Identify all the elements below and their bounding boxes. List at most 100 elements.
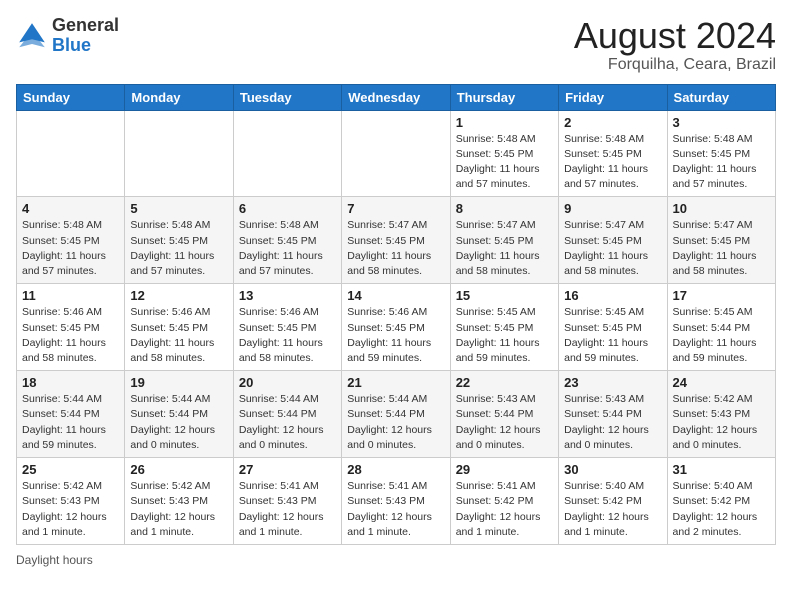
calendar-cell: 17Sunrise: 5:45 AM Sunset: 5:44 PM Dayli…: [667, 284, 775, 371]
day-info: Sunrise: 5:40 AM Sunset: 5:42 PM Dayligh…: [564, 479, 661, 540]
day-number: 1: [456, 115, 553, 130]
calendar-cell: [125, 110, 233, 197]
day-info: Sunrise: 5:41 AM Sunset: 5:43 PM Dayligh…: [347, 479, 444, 540]
calendar-cell: 6 Sunrise: 5:48 AM Sunset: 5:45 PM Daylig…: [233, 197, 341, 284]
calendar-cell: 26 Sunrise: 5:42 AM Sunset: 5:43 PM Dayli…: [125, 458, 233, 545]
calendar-cell: 15 Sunrise: 5:45 AM Sunset: 5:45 PM Dayli…: [450, 284, 558, 371]
logo: General Blue: [16, 16, 119, 56]
calendar-day-header: Saturday: [667, 84, 775, 110]
day-info: Sunrise: 5:47 AM Sunset: 5:45 PM Dayligh…: [673, 218, 770, 279]
calendar-cell: 18Sunrise: 5:44 AM Sunset: 5:44 PM Dayli…: [17, 371, 125, 458]
day-number: 7: [347, 201, 444, 216]
day-info: Sunrise: 5:42 AM Sunset: 5:43 PM Dayligh…: [130, 479, 227, 540]
logo-blue: Blue: [52, 35, 91, 55]
calendar-cell: 9 Sunrise: 5:47 AM Sunset: 5:45 PM Daylig…: [559, 197, 667, 284]
calendar-cell: [233, 110, 341, 197]
day-info: Sunrise: 5:42 AM Sunset: 5:43 PM Dayligh…: [22, 479, 119, 540]
day-info: Sunrise: 5:41 AM Sunset: 5:42 PM Dayligh…: [456, 479, 553, 540]
day-number: 4: [22, 201, 119, 216]
calendar-cell: 23 Sunrise: 5:43 AM Sunset: 5:44 PM Dayli…: [559, 371, 667, 458]
day-number: 23: [564, 375, 661, 390]
day-number: 19: [130, 375, 227, 390]
calendar-day-header: Thursday: [450, 84, 558, 110]
day-number: 26: [130, 462, 227, 477]
calendar-day-header: Tuesday: [233, 84, 341, 110]
calendar-cell: 21 Sunrise: 5:44 AM Sunset: 5:44 PM Dayli…: [342, 371, 450, 458]
day-info: Sunrise: 5:46 AM Sunset: 5:45 PM Dayligh…: [22, 305, 119, 366]
calendar-week-row: 18Sunrise: 5:44 AM Sunset: 5:44 PM Dayli…: [17, 371, 776, 458]
day-number: 21: [347, 375, 444, 390]
calendar-cell: 28 Sunrise: 5:41 AM Sunset: 5:43 PM Dayli…: [342, 458, 450, 545]
logo-text: General Blue: [52, 16, 119, 56]
calendar-day-header: Friday: [559, 84, 667, 110]
day-info: Sunrise: 5:44 AM Sunset: 5:44 PM Dayligh…: [347, 392, 444, 453]
calendar-cell: 13Sunrise: 5:46 AM Sunset: 5:45 PM Dayli…: [233, 284, 341, 371]
calendar-cell: 14Sunrise: 5:46 AM Sunset: 5:45 PM Dayli…: [342, 284, 450, 371]
day-info: Sunrise: 5:46 AM Sunset: 5:45 PM Dayligh…: [239, 305, 336, 366]
day-number: 24: [673, 375, 770, 390]
calendar-cell: 5 Sunrise: 5:48 AM Sunset: 5:45 PM Daylig…: [125, 197, 233, 284]
calendar-cell: 19Sunrise: 5:44 AM Sunset: 5:44 PM Dayli…: [125, 371, 233, 458]
calendar-day-header: Wednesday: [342, 84, 450, 110]
day-info: Sunrise: 5:45 AM Sunset: 5:44 PM Dayligh…: [673, 305, 770, 366]
calendar-cell: 12 Sunrise: 5:46 AM Sunset: 5:45 PM Dayli…: [125, 284, 233, 371]
day-info: Sunrise: 5:43 AM Sunset: 5:44 PM Dayligh…: [456, 392, 553, 453]
day-info: Sunrise: 5:46 AM Sunset: 5:45 PM Dayligh…: [130, 305, 227, 366]
calendar-cell: 7 Sunrise: 5:47 AM Sunset: 5:45 PM Daylig…: [342, 197, 450, 284]
calendar-cell: 24 Sunrise: 5:42 AM Sunset: 5:43 PM Dayli…: [667, 371, 775, 458]
logo-general: General: [52, 15, 119, 35]
day-number: 3: [673, 115, 770, 130]
calendar-cell: 11 Sunrise: 5:46 AM Sunset: 5:45 PM Dayli…: [17, 284, 125, 371]
calendar-cell: 31Sunrise: 5:40 AM Sunset: 5:42 PM Dayli…: [667, 458, 775, 545]
calendar-cell: 1 Sunrise: 5:48 AM Sunset: 5:45 PM Daylig…: [450, 110, 558, 197]
day-number: 9: [564, 201, 661, 216]
day-number: 11: [22, 288, 119, 303]
day-info: Sunrise: 5:44 AM Sunset: 5:44 PM Dayligh…: [22, 392, 119, 453]
day-info: Sunrise: 5:47 AM Sunset: 5:45 PM Dayligh…: [456, 218, 553, 279]
day-number: 25: [22, 462, 119, 477]
day-number: 12: [130, 288, 227, 303]
day-info: Sunrise: 5:48 AM Sunset: 5:45 PM Dayligh…: [456, 132, 553, 193]
calendar-week-row: 25 Sunrise: 5:42 AM Sunset: 5:43 PM Dayli…: [17, 458, 776, 545]
calendar-cell: 30Sunrise: 5:40 AM Sunset: 5:42 PM Dayli…: [559, 458, 667, 545]
day-number: 8: [456, 201, 553, 216]
month-year-title: August 2024: [574, 16, 776, 56]
calendar-table: SundayMondayTuesdayWednesdayThursdayFrid…: [16, 84, 776, 545]
footer-note: Daylight hours: [16, 553, 776, 567]
day-number: 16: [564, 288, 661, 303]
logo-icon: [16, 20, 48, 52]
day-info: Sunrise: 5:48 AM Sunset: 5:45 PM Dayligh…: [22, 218, 119, 279]
day-info: Sunrise: 5:48 AM Sunset: 5:45 PM Dayligh…: [564, 132, 661, 193]
day-info: Sunrise: 5:47 AM Sunset: 5:45 PM Dayligh…: [564, 218, 661, 279]
calendar-cell: 25 Sunrise: 5:42 AM Sunset: 5:43 PM Dayli…: [17, 458, 125, 545]
calendar-cell: 10 Sunrise: 5:47 AM Sunset: 5:45 PM Dayli…: [667, 197, 775, 284]
day-info: Sunrise: 5:47 AM Sunset: 5:45 PM Dayligh…: [347, 218, 444, 279]
day-info: Sunrise: 5:48 AM Sunset: 5:45 PM Dayligh…: [673, 132, 770, 193]
day-number: 29: [456, 462, 553, 477]
day-info: Sunrise: 5:42 AM Sunset: 5:43 PM Dayligh…: [673, 392, 770, 453]
calendar-cell: 3 Sunrise: 5:48 AM Sunset: 5:45 PM Daylig…: [667, 110, 775, 197]
day-number: 2: [564, 115, 661, 130]
day-number: 20: [239, 375, 336, 390]
day-number: 5: [130, 201, 227, 216]
title-block: August 2024 Forquilha, Ceara, Brazil: [574, 16, 776, 74]
calendar-header-row: SundayMondayTuesdayWednesdayThursdayFrid…: [17, 84, 776, 110]
page-header: General Blue August 2024 Forquilha, Cear…: [16, 16, 776, 74]
calendar-week-row: 11 Sunrise: 5:46 AM Sunset: 5:45 PM Dayli…: [17, 284, 776, 371]
day-number: 15: [456, 288, 553, 303]
day-info: Sunrise: 5:45 AM Sunset: 5:45 PM Dayligh…: [456, 305, 553, 366]
calendar-week-row: 4 Sunrise: 5:48 AM Sunset: 5:45 PM Daylig…: [17, 197, 776, 284]
day-info: Sunrise: 5:46 AM Sunset: 5:45 PM Dayligh…: [347, 305, 444, 366]
day-info: Sunrise: 5:48 AM Sunset: 5:45 PM Dayligh…: [130, 218, 227, 279]
day-number: 10: [673, 201, 770, 216]
day-info: Sunrise: 5:48 AM Sunset: 5:45 PM Dayligh…: [239, 218, 336, 279]
calendar-cell: 2 Sunrise: 5:48 AM Sunset: 5:45 PM Daylig…: [559, 110, 667, 197]
day-number: 28: [347, 462, 444, 477]
day-number: 6: [239, 201, 336, 216]
calendar-cell: 4 Sunrise: 5:48 AM Sunset: 5:45 PM Daylig…: [17, 197, 125, 284]
day-info: Sunrise: 5:43 AM Sunset: 5:44 PM Dayligh…: [564, 392, 661, 453]
calendar-cell: 22Sunrise: 5:43 AM Sunset: 5:44 PM Dayli…: [450, 371, 558, 458]
calendar-cell: 20Sunrise: 5:44 AM Sunset: 5:44 PM Dayli…: [233, 371, 341, 458]
day-number: 31: [673, 462, 770, 477]
calendar-day-header: Sunday: [17, 84, 125, 110]
